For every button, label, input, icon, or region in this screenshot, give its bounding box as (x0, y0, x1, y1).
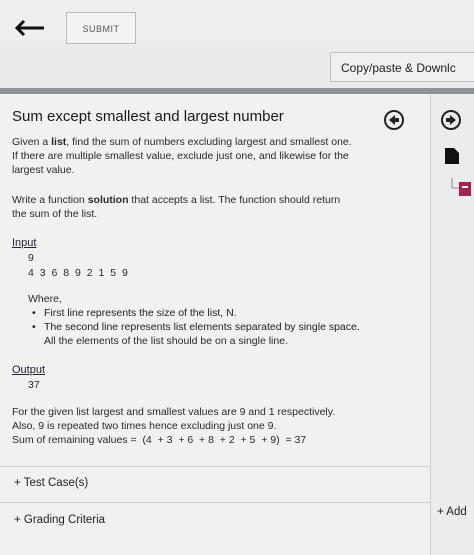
section-divider (0, 466, 430, 467)
output-value: 37 (28, 379, 40, 391)
add-button[interactable]: + Add (437, 506, 467, 518)
explanation-line-1: For the given list largest and smallest … (12, 406, 336, 418)
input-explanation-list: First line represents the size of the li… (32, 307, 360, 334)
input-size: 9 (28, 252, 34, 264)
list-item: First line represents the size of the li… (32, 307, 360, 321)
grading-criteria-toggle[interactable]: + Grading Criteria (14, 514, 105, 526)
top-toolbar: SUBMIT (0, 0, 474, 46)
explanation-line-3: Sum of remaining values = (4 + 3 + 6 + 8… (12, 434, 307, 446)
bullet-note: All the elements of the list should be o… (44, 335, 288, 347)
problem-title: Sum except smallest and largest number (12, 108, 284, 125)
side-tab-icon[interactable] (451, 178, 473, 203)
explanation-line-2: Also, 9 is repeated two times hence excl… (12, 420, 277, 432)
copy-paste-download-button[interactable]: Copy/paste & Downlc (330, 52, 474, 82)
input-list: 4 3 6 8 9 2 1 5 9 (28, 267, 130, 279)
list-item: The second line represents list elements… (32, 321, 360, 335)
output-heading: Output (12, 364, 46, 376)
description-line-2: If there are multiple smallest value, ex… (12, 150, 349, 162)
back-arrow-icon[interactable] (14, 18, 46, 38)
arrow-left-circle-icon[interactable] (384, 110, 404, 130)
arrow-right-circle-icon[interactable] (441, 110, 461, 130)
description-line-3: largest value. (12, 164, 75, 176)
problem-panel: Sum except smallest and largest number G… (0, 94, 430, 555)
test-cases-toggle[interactable]: + Test Case(s) (14, 477, 88, 489)
function-instruction: Write a function solution that accepts a… (12, 194, 341, 206)
submit-button[interactable]: SUBMIT (66, 12, 136, 44)
side-panel: + Add (430, 94, 474, 555)
input-heading: Input (12, 237, 37, 249)
description-line-1: Given a list, find the sum of numbers ex… (12, 136, 352, 148)
section-divider (0, 502, 430, 503)
where-label: Where, (28, 293, 62, 305)
function-instruction-line-2: the sum of the list. (12, 208, 98, 220)
action-bar: Copy/paste & Downlc (0, 46, 474, 88)
file-icon[interactable] (445, 148, 459, 169)
